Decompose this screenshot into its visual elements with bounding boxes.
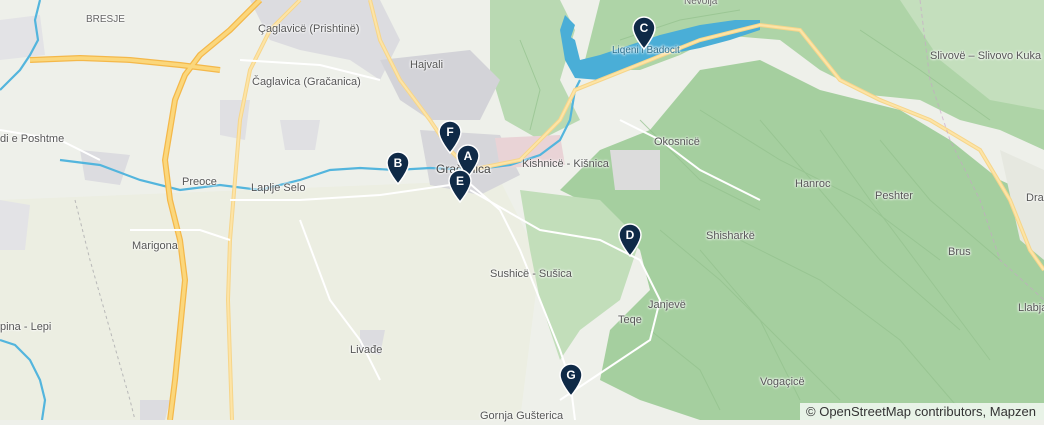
place-label-hajvali: Hajvali bbox=[410, 59, 444, 71]
place-label-janjeve: Janjevë bbox=[648, 299, 686, 311]
place-label-laplje-selo: Laplje Selo bbox=[251, 182, 306, 194]
map-basemap bbox=[0, 0, 1044, 421]
place-label-bresje: BRESJE bbox=[86, 14, 125, 25]
place-label-gornja-gusterica: Gornja Gušterica bbox=[480, 410, 564, 422]
map-marker-g[interactable]: G bbox=[558, 363, 584, 397]
place-label-vogacice: Vogaçicë bbox=[760, 376, 805, 388]
place-label-nevolja: Nevolja bbox=[684, 0, 718, 7]
place-label-di-e-poshtme: di e Poshtme bbox=[0, 133, 65, 145]
marker-label: C bbox=[639, 21, 649, 35]
place-label-shisharke: Shisharkë bbox=[706, 230, 755, 242]
map-attribution[interactable]: © OpenStreetMap contributors, Mapzen bbox=[800, 403, 1044, 420]
place-label-marigona: Marigona bbox=[132, 240, 178, 252]
map-marker-f[interactable]: F bbox=[437, 120, 463, 154]
place-label-caglavica-prishtine: Çaglavicë (Prishtinë) bbox=[258, 23, 360, 35]
place-label-kuka: Kuka bbox=[1016, 50, 1042, 62]
map-canvas[interactable]: BRESJE Çaglavicë (Prishtinë) Hajvali Čag… bbox=[0, 0, 1044, 422]
place-label-lepi: pina - Lepi bbox=[0, 321, 52, 333]
map-marker-d[interactable]: D bbox=[617, 223, 643, 257]
place-label-teqe: Teqe bbox=[618, 314, 642, 326]
marker-label: G bbox=[566, 368, 576, 382]
place-label-peshter: Peshter bbox=[875, 190, 913, 202]
place-label-llabja: Llabja bbox=[1018, 302, 1044, 314]
map-marker-e[interactable]: E bbox=[447, 169, 473, 203]
place-label-livade: Livađe bbox=[350, 344, 383, 356]
place-label-hanroc: Hanroc bbox=[795, 178, 831, 190]
place-label-dra: Dra bbox=[1026, 192, 1044, 204]
marker-label: F bbox=[446, 125, 454, 139]
place-label-slivove: Slivovë – Slivovo bbox=[930, 50, 1014, 62]
place-label-brus: Brus bbox=[948, 246, 971, 258]
map-marker-c[interactable]: C bbox=[631, 16, 657, 50]
place-label-caglavica-gracanica: Čaglavica (Gračanica) bbox=[252, 76, 361, 88]
place-label-kishnice: Kishnicë - Kišnica bbox=[522, 158, 609, 170]
marker-label: E bbox=[455, 174, 464, 188]
map-marker-b[interactable]: B bbox=[385, 151, 411, 185]
place-label-sushice: Sushicë - Sušica bbox=[490, 268, 572, 280]
place-label-preoce: Preoce bbox=[182, 176, 217, 188]
place-label-okosnice: Okosnicë bbox=[654, 136, 700, 148]
marker-label: B bbox=[393, 156, 403, 170]
marker-label: D bbox=[625, 228, 635, 242]
